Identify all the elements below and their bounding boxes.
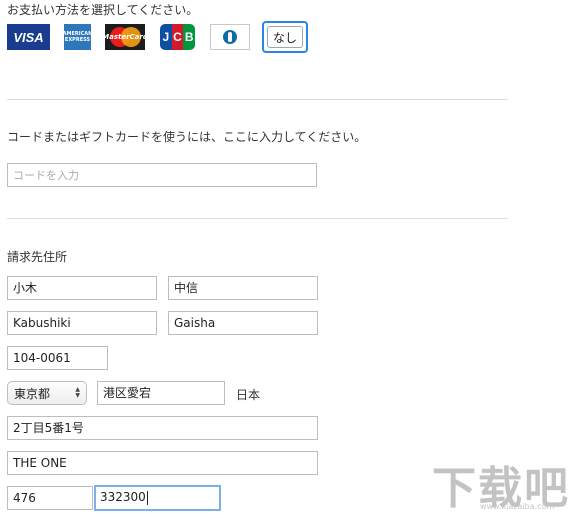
- prefecture-value: 東京都: [14, 386, 51, 401]
- postal-code-field[interactable]: 104-0061: [7, 346, 108, 370]
- city-field[interactable]: 港区愛宕: [97, 381, 225, 405]
- code-input[interactable]: コードを入力: [7, 163, 317, 187]
- payment-heading: お支払い方法を選択してください。: [7, 3, 199, 17]
- code-instruction: コードまたはギフトカードを使うには、ここに入力してください。: [7, 130, 367, 144]
- phone-number-field[interactable]: 332300: [94, 485, 221, 511]
- country-label: 日本: [236, 388, 261, 402]
- no-payment-button[interactable]: なし: [262, 21, 308, 53]
- visa-logo-text: VISA: [13, 29, 44, 45]
- watermark-logo: 下载吧 www.xiazaiba.com: [432, 452, 572, 514]
- address-line1-field[interactable]: 2丁目5番1号: [7, 416, 318, 440]
- last-name-kanji-field[interactable]: 小木: [7, 276, 157, 300]
- first-name-roman-field[interactable]: Gaisha: [168, 311, 318, 335]
- jcb-letter-c: C: [171, 24, 184, 50]
- watermark-url: www.xiazaiba.com: [480, 502, 555, 511]
- visa-card-icon[interactable]: VISA: [7, 24, 50, 50]
- no-payment-label: なし: [267, 26, 303, 48]
- phone-number-value: 332300: [100, 490, 146, 504]
- last-name-roman-field[interactable]: Kabushiki: [7, 311, 157, 335]
- mastercard-logo-text: MasterCard: [105, 33, 145, 41]
- jcb-card-icon[interactable]: J C B: [160, 24, 196, 50]
- diners-card-icon[interactable]: [210, 24, 250, 50]
- address-line2-field[interactable]: THE ONE: [7, 451, 318, 475]
- code-input-placeholder: コードを入力: [13, 169, 79, 182]
- jcb-letter-j: J: [160, 24, 172, 50]
- amex-card-icon[interactable]: AMERICAN EXPRESS: [62, 24, 93, 50]
- divider: [7, 218, 508, 219]
- amex-logo-text: AMERICAN EXPRESS: [62, 31, 93, 43]
- prefecture-select[interactable]: 東京都 ▲ ▼: [7, 381, 87, 405]
- mastercard-card-icon[interactable]: MasterCard: [105, 24, 145, 50]
- text-caret: [146, 490, 148, 505]
- billing-heading: 請求先住所: [7, 250, 68, 264]
- phone-area-field[interactable]: 476: [7, 486, 93, 510]
- divider: [7, 99, 508, 100]
- jcb-letter-b: B: [183, 24, 196, 50]
- select-arrows-icon: ▲ ▼: [75, 386, 80, 399]
- first-name-kanji-field[interactable]: 中信: [168, 276, 318, 300]
